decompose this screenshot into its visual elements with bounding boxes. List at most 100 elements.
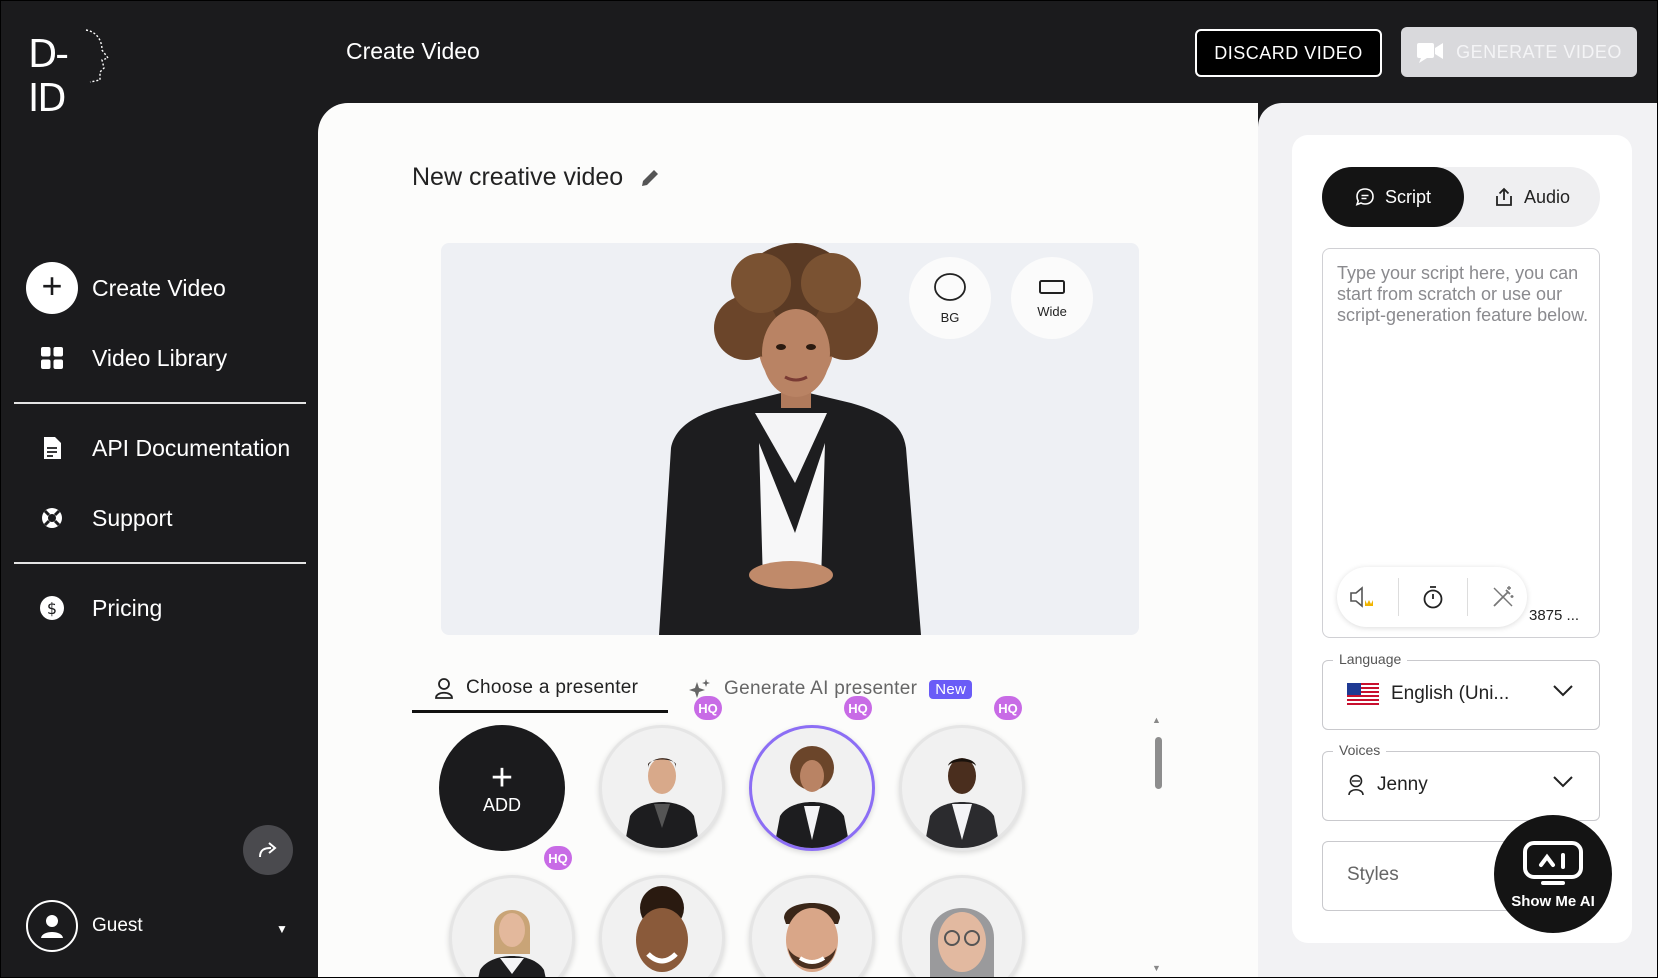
d-id-logo[interactable]: D-ID bbox=[28, 28, 110, 120]
top-bar: D-ID Create Video DISCARD VIDEO GENERATE… bbox=[0, 0, 1658, 120]
tab-script[interactable]: Script bbox=[1322, 167, 1464, 227]
pencil-icon[interactable] bbox=[639, 167, 661, 189]
user-name: Guest bbox=[92, 915, 143, 936]
tab-choose-presenter[interactable]: Choose a presenter bbox=[412, 665, 668, 713]
hq-badge: HQ bbox=[694, 696, 722, 720]
person-icon bbox=[435, 677, 453, 699]
lifebuoy-icon bbox=[42, 508, 62, 528]
presenter-woman-grey-image bbox=[930, 908, 994, 978]
sidebar-item-create-video[interactable]: + Create Video bbox=[26, 262, 226, 314]
caret-down-icon[interactable]: ▼ bbox=[276, 922, 288, 936]
presenter-thumbnail[interactable] bbox=[599, 875, 725, 978]
scrollbar-thumb[interactable] bbox=[1155, 737, 1162, 789]
page-title: Create Video bbox=[346, 38, 480, 64]
add-presenter-label: ADD bbox=[482, 794, 521, 815]
tool-separator bbox=[1467, 578, 1469, 616]
sidebar-item-label: Video Library bbox=[92, 344, 228, 371]
discard-video-button[interactable]: DISCARD VIDEO bbox=[1195, 29, 1382, 77]
presenter-tabs: Choose a presenter Generate AI presenter… bbox=[412, 665, 1032, 713]
avatar bbox=[26, 900, 78, 952]
video-camera-icon bbox=[1417, 43, 1444, 63]
generate-video-button[interactable]: GENERATE VIDEO bbox=[1401, 27, 1637, 77]
editor-panel: New creative video BG Wide Choose a pres… bbox=[318, 103, 1258, 978]
tab-audio-label: Audio bbox=[1523, 186, 1571, 207]
sidebar-divider bbox=[14, 402, 306, 404]
chevron-down-icon bbox=[1553, 685, 1573, 697]
plus-icon: + bbox=[490, 756, 514, 799]
plus-icon: + bbox=[26, 262, 78, 314]
sidebar-item-pricing[interactable]: $ Pricing bbox=[26, 582, 162, 634]
sidebar-item-label: Support bbox=[92, 504, 173, 531]
upload-icon bbox=[1496, 187, 1512, 206]
script-tools bbox=[1337, 567, 1527, 627]
voices-label: Voices bbox=[1333, 742, 1387, 758]
chevron-down-icon bbox=[1553, 776, 1573, 788]
new-badge: New bbox=[929, 679, 973, 699]
language-label: Language bbox=[1333, 651, 1408, 667]
show-me-ai-button[interactable]: Show Me AI bbox=[1494, 815, 1612, 933]
sidebar-item-api-documentation[interactable]: API Documentation bbox=[26, 422, 290, 474]
hq-badge: HQ bbox=[994, 696, 1022, 720]
presenter-thumbnail[interactable] bbox=[449, 875, 575, 978]
background-button[interactable]: BG bbox=[909, 257, 991, 339]
speaker-premium-icon[interactable] bbox=[1349, 586, 1375, 608]
scroll-down-icon[interactable]: ▼ bbox=[1152, 963, 1161, 973]
scroll-up-icon[interactable]: ▲ bbox=[1152, 715, 1161, 725]
presenter-man-2-image bbox=[924, 758, 1000, 848]
presenter-thumbnail[interactable] bbox=[899, 725, 1025, 851]
sidebar-item-video-library[interactable]: Video Library bbox=[26, 332, 227, 384]
tab-script-label: Script bbox=[1384, 186, 1431, 207]
timer-icon[interactable] bbox=[1422, 585, 1444, 609]
voice-person-icon bbox=[1348, 774, 1364, 796]
presenter-thumbnail[interactable] bbox=[599, 725, 725, 851]
presenter-man-beard-image bbox=[784, 903, 840, 972]
language-select[interactable]: Language English (Uni... bbox=[1322, 651, 1600, 730]
script-placeholder: Type your script here, you can start fro… bbox=[1337, 263, 1589, 325]
svg-text:$: $ bbox=[47, 599, 57, 618]
voice-value: Jenny bbox=[1377, 774, 1428, 795]
video-title[interactable]: New creative video bbox=[412, 163, 661, 192]
presenter-woman-curly-image bbox=[774, 746, 850, 848]
share-button[interactable] bbox=[243, 825, 293, 875]
presenter-woman-blonde-image bbox=[478, 910, 546, 978]
wide-button[interactable]: Wide bbox=[1011, 257, 1093, 339]
tab-choose-presenter-label: Choose a presenter bbox=[466, 676, 639, 698]
sidebar-item-label: API Documentation bbox=[92, 434, 291, 461]
document-icon bbox=[44, 437, 61, 459]
circle-icon bbox=[934, 272, 966, 301]
voices-select[interactable]: Voices Jenny bbox=[1322, 742, 1600, 821]
script-textarea[interactable]: Type your script here, you can start fro… bbox=[1322, 248, 1600, 638]
video-preview: BG Wide bbox=[441, 243, 1139, 635]
us-flag-icon bbox=[1347, 683, 1379, 705]
presenter-thumbnail-selected[interactable] bbox=[749, 725, 875, 851]
grid-icon bbox=[41, 347, 63, 369]
wide-rect-icon bbox=[1039, 279, 1065, 294]
tab-audio[interactable]: Audio bbox=[1464, 167, 1600, 227]
generate-video-label: GENERATE VIDEO bbox=[1456, 41, 1622, 62]
video-title-text: New creative video bbox=[412, 163, 624, 191]
robot-screen-icon bbox=[1523, 840, 1583, 885]
sidebar-divider bbox=[14, 562, 306, 564]
presenter-scrollbar[interactable]: ▲ ▼ bbox=[1152, 715, 1164, 975]
dollar-icon: $ bbox=[40, 596, 64, 620]
user-icon bbox=[41, 915, 63, 938]
magic-wand-icon[interactable] bbox=[1491, 585, 1515, 609]
add-presenter-button[interactable]: + ADD bbox=[439, 725, 565, 851]
show-me-ai-label: Show Me AI bbox=[1511, 892, 1595, 910]
language-value: English (Uni... bbox=[1391, 683, 1510, 704]
wide-button-label: Wide bbox=[1037, 303, 1067, 319]
character-count: 3875 ... bbox=[1529, 607, 1580, 624]
hq-badge: HQ bbox=[844, 696, 872, 720]
styles-placeholder: Styles bbox=[1347, 864, 1399, 885]
user-menu[interactable]: Guest bbox=[26, 900, 143, 952]
script-audio-toggle: Script Audio bbox=[1322, 167, 1600, 227]
tab-generate-ai-presenter[interactable]: Generate AI presenter New bbox=[688, 665, 973, 713]
chat-bubble-icon bbox=[1355, 188, 1374, 206]
background-button-label: BG bbox=[940, 309, 960, 325]
hq-badge: HQ bbox=[544, 846, 572, 870]
presenter-thumbnail[interactable] bbox=[749, 875, 875, 978]
tab-generate-ai-label: Generate AI presenter bbox=[724, 678, 918, 699]
sidebar-item-label: Pricing bbox=[92, 594, 163, 621]
sidebar-item-support[interactable]: Support bbox=[26, 492, 173, 544]
presenter-thumbnail[interactable] bbox=[899, 875, 1025, 978]
